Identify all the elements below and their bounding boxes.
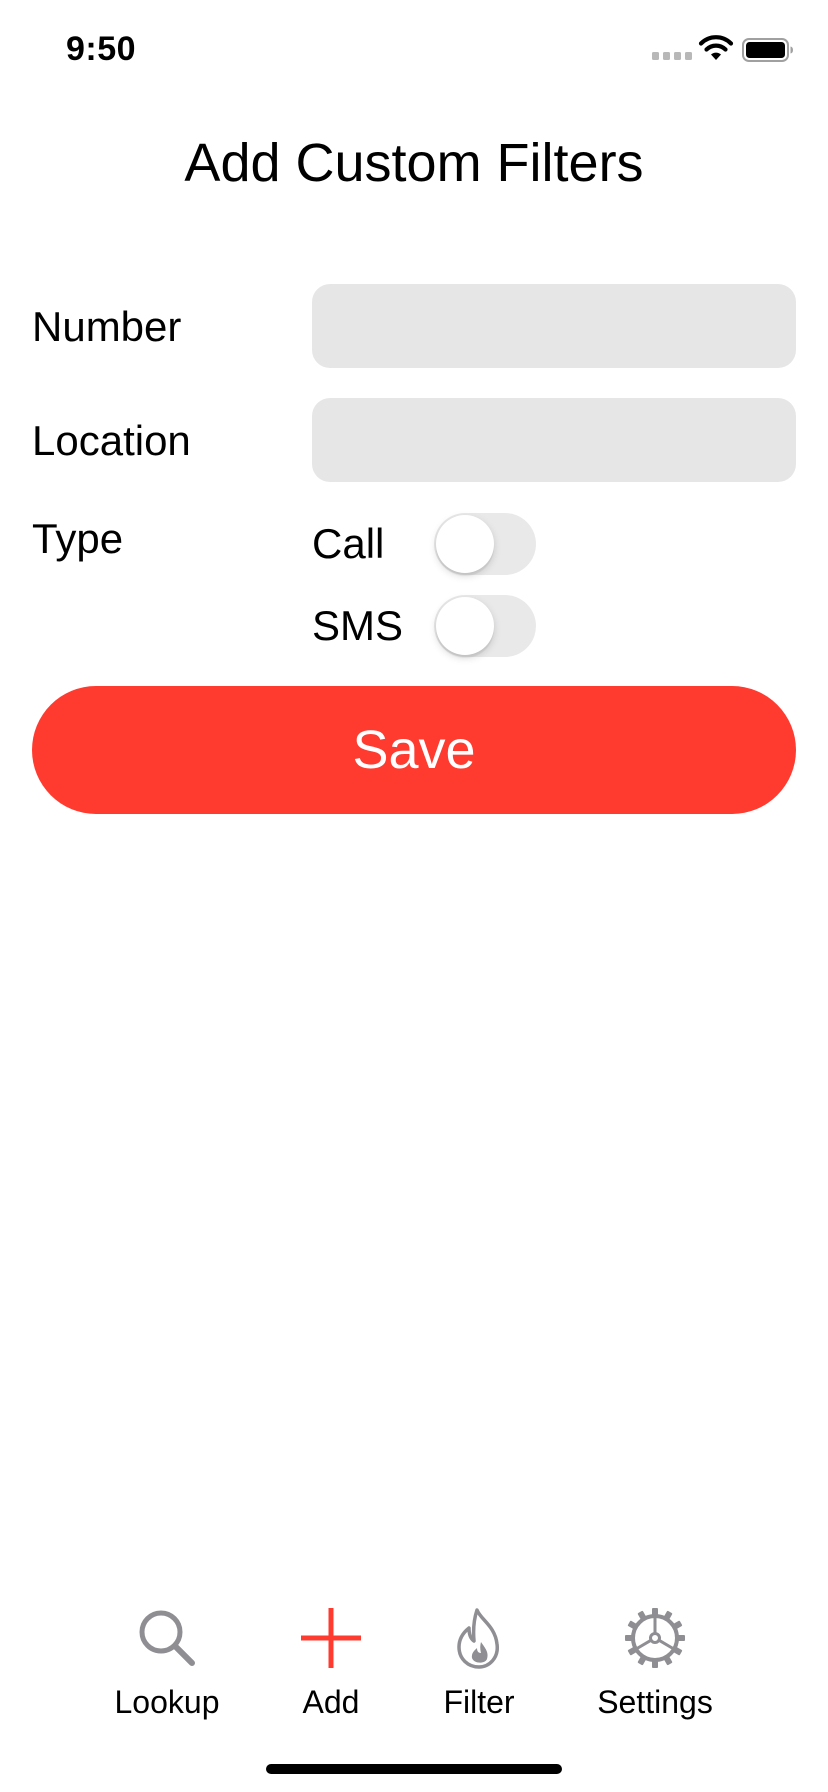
gear-icon — [625, 1608, 685, 1668]
tab-add[interactable]: Add — [246, 1590, 416, 1740]
tab-add-label: Add — [302, 1684, 360, 1720]
home-indicator — [266, 1764, 562, 1774]
page-title: Add Custom Filters — [184, 133, 644, 193]
tab-lookup[interactable]: Lookup — [82, 1590, 252, 1740]
flame-icon — [457, 1608, 499, 1669]
type-label: Type — [32, 515, 124, 562]
wifi-icon — [698, 35, 734, 60]
tab-settings-label: Settings — [597, 1684, 713, 1720]
status-bar: 9:50 — [0, 0, 828, 100]
call-switch-knob — [436, 515, 494, 573]
sms-switch[interactable] — [434, 595, 536, 657]
number-label: Number — [32, 303, 182, 350]
tab-filter[interactable]: Filter — [394, 1590, 564, 1740]
tab-bar: Lookup Add Filter Settings — [0, 1590, 828, 1740]
location-label: Location — [32, 417, 191, 464]
tab-lookup-label: Lookup — [114, 1684, 220, 1720]
call-toggle-row: Call — [312, 512, 536, 576]
tab-settings[interactable]: Settings — [570, 1590, 740, 1740]
search-icon — [139, 1610, 195, 1666]
location-input[interactable] — [312, 398, 796, 482]
cellular-signal-icon — [652, 52, 692, 60]
call-label: Call — [312, 520, 385, 567]
sms-toggle-row: SMS — [312, 594, 536, 658]
plus-icon — [301, 1608, 361, 1668]
number-input[interactable] — [312, 284, 796, 368]
status-time: 9:50 — [66, 30, 137, 68]
battery-icon — [742, 38, 793, 62]
tab-filter-label: Filter — [443, 1684, 515, 1720]
call-switch[interactable] — [434, 513, 536, 575]
sms-switch-knob — [436, 597, 494, 655]
save-button[interactable]: Save — [32, 686, 796, 814]
sms-label: SMS — [312, 602, 404, 649]
